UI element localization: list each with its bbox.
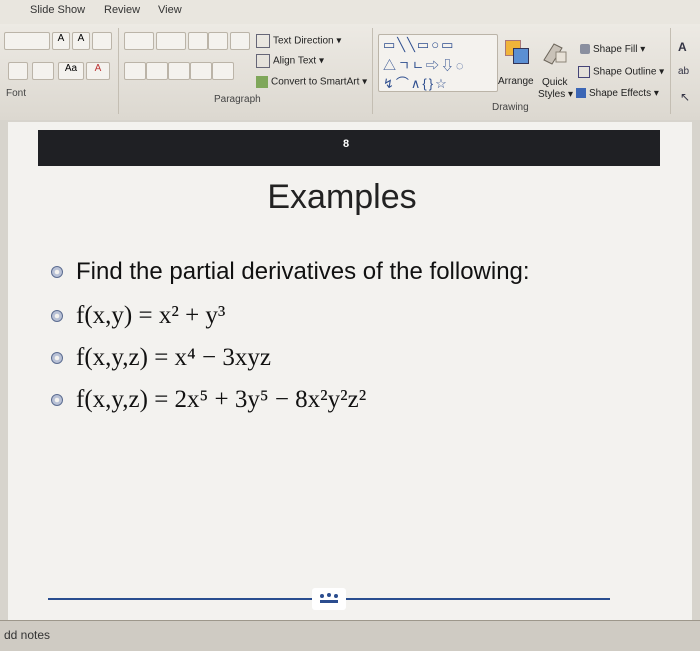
notes-placeholder[interactable]: dd notes	[4, 628, 50, 642]
bullet-icon	[51, 266, 63, 278]
ribbon-divider	[372, 28, 373, 114]
equation-2[interactable]: f(x,y,z) = x⁴ − 3xyz	[76, 344, 271, 372]
notes-pane[interactable]	[0, 620, 700, 651]
tab-review[interactable]: Review	[104, 4, 140, 16]
arrange-button[interactable]: Arrange	[498, 76, 534, 87]
shapes-row-2: △ㄱㄴ⇨⇩◌	[383, 58, 466, 73]
replace-icon[interactable]: ab	[678, 66, 694, 82]
select-icon[interactable]: ↖	[680, 90, 696, 106]
find-icon[interactable]: A	[678, 40, 694, 56]
quick-styles-label-1: Quick	[542, 77, 568, 88]
ribbon: A A Aa A Font Text Direction ▾ Align Tex…	[0, 24, 700, 121]
bullet-item: f(x,y,z) = x⁴ − 3xyz	[50, 344, 271, 372]
arrange-icon	[505, 40, 529, 64]
align-text-icon	[256, 54, 270, 68]
intro-text[interactable]: Find the partial derivatives of the foll…	[76, 258, 530, 286]
paint-bucket-icon	[580, 44, 590, 55]
grow-font-icon[interactable]: A	[52, 32, 70, 50]
bullet-item: f(x,y) = x² + y³	[50, 302, 225, 330]
bullets-icon[interactable]	[124, 32, 154, 50]
convert-smartart-button[interactable]: Convert to SmartArt ▾	[256, 76, 367, 88]
slide-title[interactable]: Examples	[0, 178, 684, 217]
clear-format-icon[interactable]	[92, 32, 112, 50]
align-left-icon[interactable]	[124, 62, 146, 80]
ribbon-divider	[670, 28, 671, 114]
text-direction-icon	[256, 34, 270, 48]
font-group-label: Font	[6, 88, 27, 99]
smartart-icon	[256, 76, 268, 88]
shape-outline-button[interactable]: Shape Outline ▾	[578, 66, 664, 78]
shrink-font-icon[interactable]: A	[72, 32, 90, 50]
bullet-icon	[51, 394, 63, 406]
align-right-icon[interactable]	[168, 62, 190, 80]
shape-fill-button[interactable]: Shape Fill ▾	[580, 44, 645, 55]
paragraph-group-label: Paragraph	[214, 94, 261, 105]
font-size-box[interactable]	[4, 32, 50, 50]
font-color-icon[interactable]: A	[86, 62, 110, 80]
quick-styles-icon	[542, 40, 570, 66]
columns-icon[interactable]	[212, 62, 234, 80]
ribbon-divider	[118, 28, 119, 114]
text-direction-button[interactable]: Text Direction ▾	[256, 34, 341, 48]
bullet-icon	[51, 352, 63, 364]
char-spacing-icon[interactable]	[32, 62, 54, 80]
university-logo	[312, 588, 346, 610]
bullet-item: f(x,y,z) = 2x⁵ + 3y⁵ − 8x²y²z²	[50, 386, 366, 414]
drawing-group-label: Drawing	[492, 102, 529, 113]
tab-slide-show[interactable]: Slide Show	[30, 4, 85, 16]
pen-outline-icon	[578, 66, 590, 78]
tab-view[interactable]: View	[158, 4, 182, 16]
align-center-icon[interactable]	[146, 62, 168, 80]
dollar-icon[interactable]	[8, 62, 28, 80]
bullet-item: Find the partial derivatives of the foll…	[50, 258, 530, 286]
justify-icon[interactable]	[190, 62, 212, 80]
ribbon-tab-bar: Slide Show Review View	[0, 0, 700, 24]
decrease-indent-icon[interactable]	[188, 32, 208, 50]
equation-1[interactable]: f(x,y) = x² + y³	[76, 302, 225, 330]
shape-effects-button[interactable]: Shape Effects ▾	[576, 88, 659, 99]
equation-3[interactable]: f(x,y,z) = 2x⁵ + 3y⁵ − 8x²y²z²	[76, 386, 366, 414]
change-case-icon[interactable]: Aa	[58, 62, 84, 80]
align-text-button[interactable]: Align Text ▾	[256, 54, 324, 68]
increase-indent-icon[interactable]	[208, 32, 228, 50]
bullet-icon	[51, 310, 63, 322]
slide-number: 8	[342, 138, 350, 150]
line-spacing-icon[interactable]	[230, 32, 250, 50]
shapes-row-1: ▭╲╲▭○▭	[383, 37, 456, 52]
shapes-row-3: ↯⌒∧{}☆	[383, 76, 449, 91]
shape-effects-icon	[576, 88, 586, 99]
quick-styles-button[interactable]: Styles ▾	[538, 89, 573, 100]
shapes-gallery[interactable]: ▭╲╲▭○▭ △ㄱㄴ⇨⇩◌ ↯⌒∧{}☆	[378, 34, 498, 92]
numbering-icon[interactable]	[156, 32, 186, 50]
